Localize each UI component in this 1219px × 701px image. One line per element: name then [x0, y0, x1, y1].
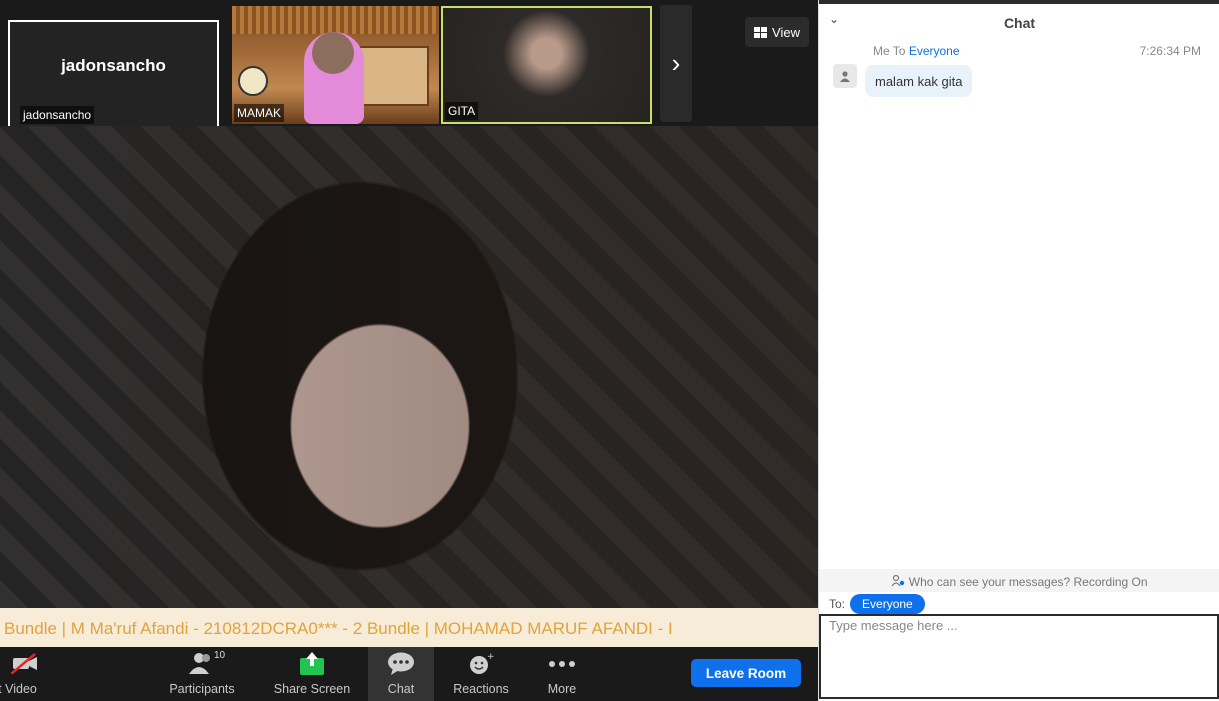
video-shading: [0, 126, 818, 608]
chat-label: Chat: [387, 682, 415, 696]
participants-icon: [165, 652, 239, 680]
privacy-info-bar[interactable]: Who can see your messages? Recording On: [819, 569, 1219, 592]
participants-count-badge: 10: [214, 650, 226, 661]
participant-tile-mamak[interactable]: MAMAK: [232, 6, 439, 124]
start-video-label: rt Video: [0, 682, 37, 696]
chat-button[interactable]: Chat: [368, 647, 434, 701]
next-page-arrow[interactable]: ›: [660, 5, 692, 122]
shop-logo: [238, 66, 268, 96]
avatar: [833, 64, 857, 88]
smiley-plus-icon: +: [449, 652, 513, 682]
grid-icon: [754, 26, 768, 38]
chat-header: ⌄ Chat: [819, 4, 1219, 40]
video-area: MAMAK GITA › jadonsancho jadonsancho Vie…: [0, 0, 818, 647]
character-head: [312, 32, 354, 74]
self-display-name: jadonsancho: [61, 56, 166, 75]
view-button[interactable]: View: [745, 17, 809, 47]
message-meta: Me To Everyone: [873, 44, 960, 58]
more-button[interactable]: More: [534, 647, 590, 701]
share-screen-icon: [272, 652, 352, 682]
participant-name-label: MAMAK: [234, 104, 285, 122]
chat-bubble-icon: [368, 652, 434, 682]
meeting-window: MAMAK GITA › jadonsancho jadonsancho Vie…: [0, 0, 1219, 701]
share-screen-button[interactable]: Share Screen: [272, 647, 352, 701]
active-speaker-video[interactable]: [0, 126, 818, 608]
message-timestamp: 7:26:34 PM: [1139, 44, 1201, 58]
more-dots-icon: [534, 652, 590, 680]
participant-name-label: GITA: [445, 102, 479, 120]
donation-ticker: Bundle | M Ma'ruf Afandi - 210812DCRA0**…: [0, 608, 818, 647]
chevron-right-icon: ›: [671, 48, 681, 78]
svg-text:+: +: [487, 652, 494, 662]
hut-roof: [232, 6, 439, 34]
privacy-info-text: Who can see your messages? Recording On: [908, 575, 1148, 589]
share-screen-label: Share Screen: [273, 682, 351, 696]
person-privacy-icon: [891, 574, 905, 587]
recipient-select[interactable]: Everyone: [850, 594, 925, 614]
person-icon: [840, 71, 850, 82]
message-input[interactable]: [819, 614, 1219, 699]
message-bubble: malam kak gita: [865, 65, 973, 97]
message-sender: Me: [873, 44, 890, 58]
view-button-label: View: [772, 24, 800, 40]
chat-title: Chat: [1003, 15, 1036, 31]
participants-button[interactable]: 10 Participants: [165, 647, 239, 701]
to-label: To:: [829, 597, 846, 611]
more-label: More: [547, 682, 577, 696]
leave-room-button[interactable]: Leave Room: [691, 659, 801, 687]
video-off-icon: [0, 652, 50, 680]
reactions-label: Reactions: [453, 682, 509, 696]
chat-panel: ⌄ Chat Me To Everyone 7:26:34 PM malam k…: [818, 0, 1219, 701]
start-video-button[interactable]: rt Video: [0, 647, 50, 701]
message-to-word: To: [892, 44, 906, 58]
participant-name-label: jadonsancho: [20, 106, 95, 124]
message-recipient: Everyone: [908, 44, 960, 58]
reactions-button[interactable]: + Reactions: [449, 647, 513, 701]
participants-label: Participants: [169, 682, 235, 696]
participant-tile-gita[interactable]: GITA: [441, 6, 652, 124]
recipient-row: To: Everyone: [829, 594, 925, 614]
